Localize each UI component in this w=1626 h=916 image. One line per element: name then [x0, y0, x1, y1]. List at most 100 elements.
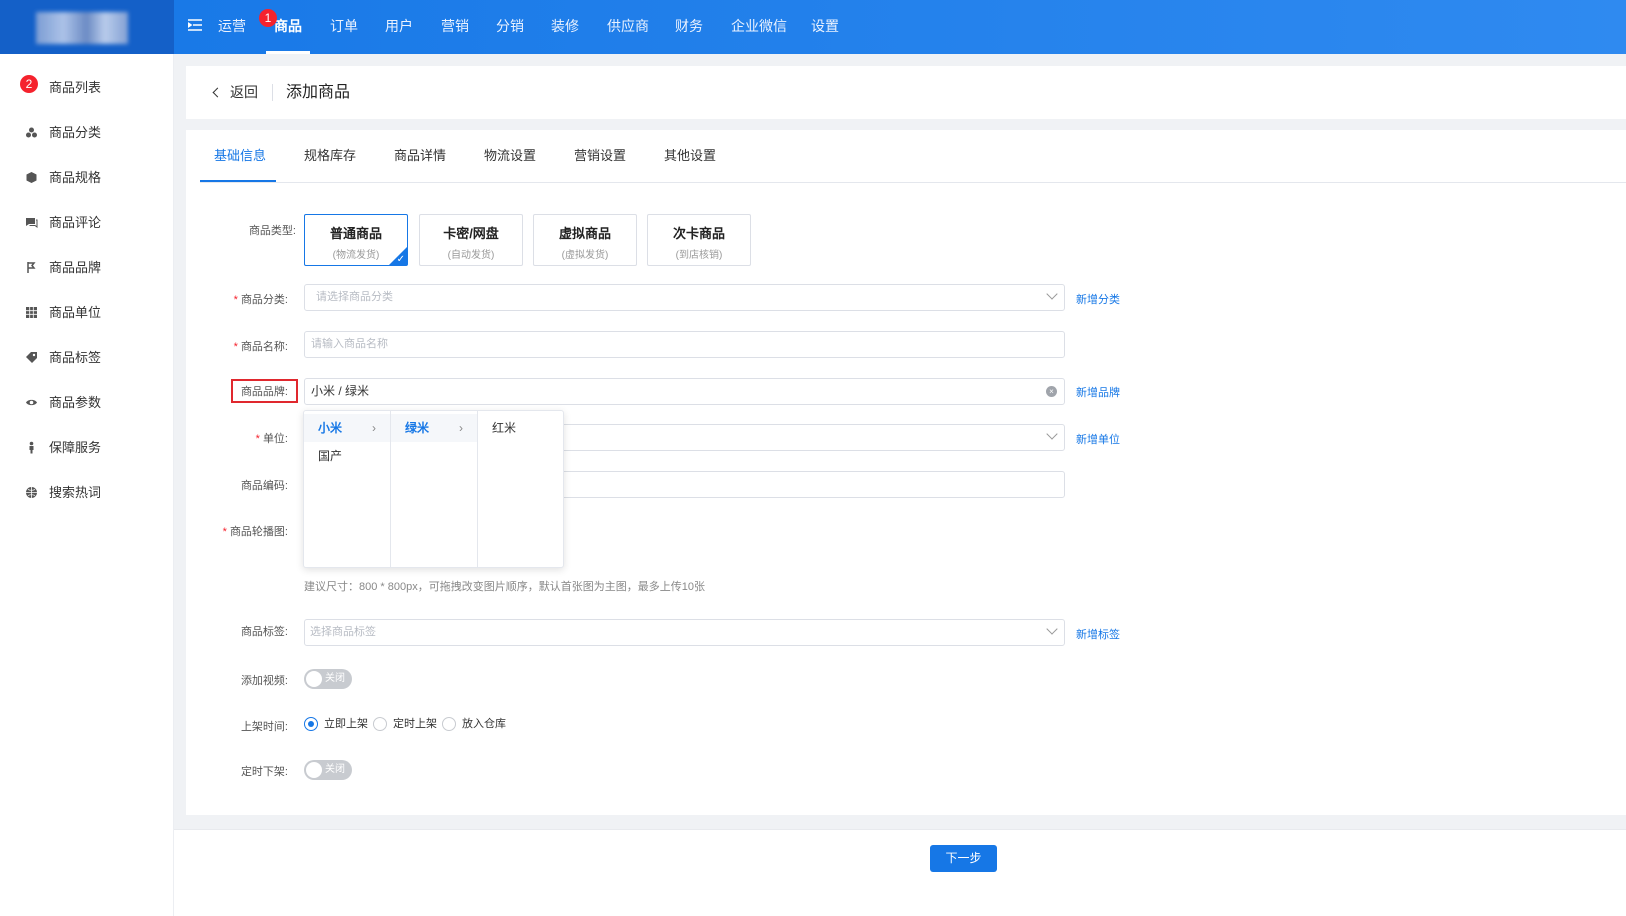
tab-marketing[interactable]: 营销设置: [574, 130, 626, 183]
type-title: 虚拟商品: [558, 226, 611, 241]
back-button[interactable]: 返回: [212, 66, 258, 119]
back-label: 返回: [230, 84, 258, 100]
cascader-option[interactable]: 红米: [478, 414, 564, 442]
globe-icon: [26, 487, 37, 498]
nav-item-decoration[interactable]: 装修: [551, 0, 579, 54]
nav-item-finance[interactable]: 财务: [675, 0, 703, 54]
sidebar-item-label: 商品品牌: [49, 260, 102, 275]
offshelf-switch[interactable]: 关闭: [304, 760, 352, 780]
tab-basic-info[interactable]: 基础信息: [214, 130, 266, 183]
radio-shelf-now[interactable]: 立即上架: [304, 716, 368, 732]
chevron-right-icon: ›: [372, 421, 376, 435]
type-card-normal[interactable]: 普通商品 (物流发货) ✓: [304, 214, 408, 266]
sidebar-item-params[interactable]: 商品参数: [0, 380, 174, 425]
nav-item-order[interactable]: 订单: [330, 0, 358, 54]
switch-knob: [306, 762, 322, 778]
category-label: * 商品分类:: [233, 294, 288, 306]
nav-item-supplier[interactable]: 供应商: [607, 0, 649, 54]
check-icon: ✓: [396, 254, 405, 265]
switch-text: 关闭: [325, 764, 345, 775]
name-input[interactable]: 请输入商品名称: [304, 331, 1065, 358]
sidebar-item-product-list[interactable]: 2 商品列表: [0, 65, 174, 110]
footer-bar: 下一步: [174, 829, 1626, 916]
radio-shelf-scheduled[interactable]: 定时上架: [373, 716, 437, 732]
type-subtitle: (到店核销): [675, 250, 723, 261]
video-switch[interactable]: 关闭: [304, 669, 352, 689]
tab-detail[interactable]: 商品详情: [394, 130, 446, 183]
radio-shelf-warehouse[interactable]: 放入仓库: [442, 716, 506, 732]
clear-icon[interactable]: ×: [1046, 386, 1057, 397]
add-category-link[interactable]: 新增分类: [1076, 291, 1120, 307]
type-card-card-key[interactable]: 卡密/网盘 (自动发货): [419, 214, 523, 266]
radio-dot: [304, 717, 318, 731]
chevron-right-icon: ›: [459, 421, 463, 435]
nav-item-settings[interactable]: 设置: [811, 0, 839, 54]
nav-item-user[interactable]: 用户: [385, 0, 413, 54]
cascader-column-2: 绿米 ›: [391, 411, 478, 567]
add-brand-link[interactable]: 新增品牌: [1076, 384, 1120, 400]
carousel-label: * 商品轮播图:: [222, 526, 288, 538]
sidebar-item-hot-search[interactable]: 搜索热词: [0, 470, 174, 515]
cascader-option[interactable]: 小米 ›: [304, 414, 390, 442]
cube-icon: [26, 172, 37, 183]
sidebar-item-label: 商品标签: [49, 350, 102, 365]
brand-cascader[interactable]: 小米 / 绿米 ×: [304, 378, 1065, 405]
type-card-virtual[interactable]: 虚拟商品 (虚拟发货): [533, 214, 637, 266]
type-label: 商品类型:: [248, 225, 296, 237]
type-title: 普通商品: [329, 226, 382, 241]
nav-item-marketing[interactable]: 营销: [441, 0, 469, 54]
tags-placeholder: 选择商品标签: [310, 626, 376, 638]
nav-item-operation[interactable]: 运营: [218, 0, 246, 54]
person-icon: [29, 441, 34, 454]
type-title: 次卡商品: [672, 226, 725, 241]
nav-item-product[interactable]: 商品 1: [259, 0, 310, 54]
comment-icon: [26, 218, 38, 228]
step-badge: 1: [259, 9, 277, 27]
category-select[interactable]: 请选择商品分类: [304, 284, 1065, 311]
tag-icon: [26, 352, 37, 363]
nav-item-distribution[interactable]: 分销: [496, 0, 524, 54]
sidebar-item-comment[interactable]: 商品评论: [0, 200, 174, 245]
cascader-column-1: 小米 › 国产: [304, 411, 391, 567]
sidebar-item-tag[interactable]: 商品标签: [0, 335, 174, 380]
add-tag-link[interactable]: 新增标签: [1076, 626, 1120, 642]
add-unit-link[interactable]: 新增单位: [1076, 431, 1120, 447]
sidebar-item-label: 商品规格: [49, 170, 102, 185]
nav-item-wecom[interactable]: 企业微信: [731, 0, 787, 54]
unit-label: * 单位:: [255, 433, 288, 445]
code-label: 商品编码:: [240, 480, 288, 492]
brand-label: 商品品牌:: [240, 386, 288, 398]
offshelf-label: 定时下架:: [240, 766, 288, 778]
type-subtitle: (自动发货): [447, 250, 495, 261]
tab-logistics[interactable]: 物流设置: [484, 130, 536, 183]
tab-spec-stock[interactable]: 规格库存: [304, 130, 356, 183]
sidebar-item-label: 商品参数: [49, 395, 102, 410]
sidebar: 2 商品列表 商品分类 商品规格 商品评论 商品品牌 商品单位 商品标签 商品参…: [0, 54, 174, 916]
switch-knob: [306, 671, 322, 687]
step-badge: 2: [20, 75, 38, 93]
sidebar-item-spec[interactable]: 商品规格: [0, 155, 174, 200]
sidebar-item-brand[interactable]: 商品品牌: [0, 245, 174, 290]
sidebar-item-label: 商品单位: [49, 305, 102, 320]
cascader-option[interactable]: 绿米 ›: [391, 414, 477, 442]
tab-other[interactable]: 其他设置: [664, 130, 716, 183]
sidebar-item-category[interactable]: 商品分类: [0, 110, 174, 155]
sidebar-item-guarantee[interactable]: 保障服务: [0, 425, 174, 470]
logo[interactable]: [0, 0, 174, 54]
next-step-button[interactable]: 下一步: [930, 845, 997, 872]
cascader-option[interactable]: 国产: [304, 442, 390, 470]
radio-label: 放入仓库: [462, 718, 506, 730]
type-title: 卡密/网盘: [443, 226, 499, 241]
logo-image: [36, 12, 128, 44]
menu-toggle-icon[interactable]: [188, 18, 202, 32]
brand-icon: [27, 262, 36, 273]
shelf-label: 上架时间:: [240, 721, 288, 733]
radio-label: 立即上架: [324, 718, 368, 730]
type-card-times-card[interactable]: 次卡商品 (到店核销): [647, 214, 751, 266]
sidebar-item-unit[interactable]: 商品单位: [0, 290, 174, 335]
sidebar-item-label: 保障服务: [49, 440, 102, 455]
tags-select[interactable]: 选择商品标签: [304, 619, 1065, 646]
tab-active-indicator: [200, 180, 276, 182]
radio-dot: [442, 717, 456, 731]
brand-value: 小米 / 绿米: [311, 384, 370, 398]
